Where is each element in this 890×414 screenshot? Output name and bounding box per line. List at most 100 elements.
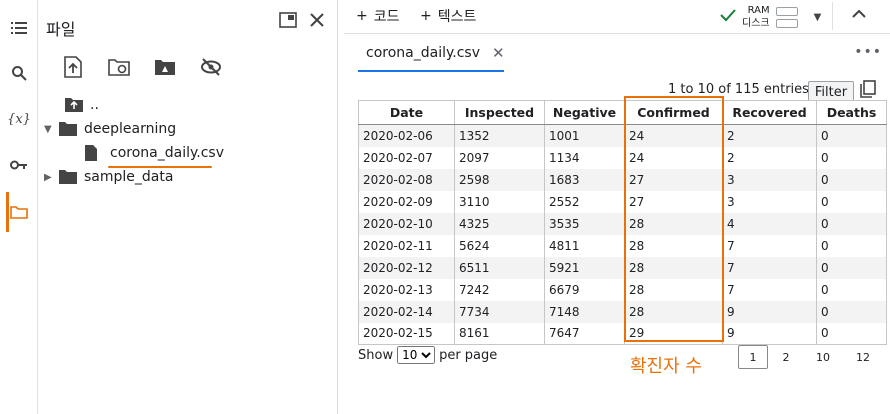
pagination: 1 2 10 12	[738, 345, 884, 369]
search-icon[interactable]	[0, 58, 38, 88]
disk-bar	[775, 18, 798, 28]
table-cell: 27	[624, 168, 723, 191]
dropdown-arrow-icon[interactable]: ▼	[814, 12, 822, 23]
tree-item-label: corona_daily.csv	[110, 145, 224, 161]
table-cell: 0	[816, 168, 887, 191]
table-cell: 27	[624, 190, 723, 213]
tree-item-corona-daily[interactable]: corona_daily.csv	[84, 142, 224, 164]
table-cell: 1683	[544, 168, 625, 191]
table-cell: 3110	[454, 190, 545, 213]
column-header[interactable]: Negative	[544, 100, 625, 125]
table-cell: 2020-02-08	[358, 168, 455, 191]
page-button[interactable]: 10	[804, 345, 842, 369]
column-header[interactable]: Inspected	[454, 100, 545, 125]
table-row: 2020-02-08 2598 1683 27 3 0	[358, 168, 887, 191]
left-rail: {x}	[0, 0, 38, 414]
page-button[interactable]: 1	[738, 345, 768, 369]
table-cell: 2020-02-09	[358, 190, 455, 213]
per-page-select[interactable]: 10	[397, 346, 436, 364]
disk-label: 디스크	[742, 18, 770, 29]
table-cell: 0	[816, 256, 887, 279]
chevron-up-icon[interactable]	[852, 8, 866, 23]
add-text-button[interactable]: + 텍스트	[420, 6, 476, 26]
table-cell: 0	[816, 146, 887, 169]
table-cell: 28	[624, 234, 723, 257]
table-cell: 5921	[544, 256, 625, 279]
table-cell: 8161	[454, 322, 545, 345]
table-cell: 3535	[544, 212, 625, 235]
active-indicator	[6, 192, 9, 232]
table-cell: 6679	[544, 278, 625, 301]
close-icon[interactable]	[309, 12, 325, 32]
folder-icon	[58, 168, 80, 186]
upload-file-icon[interactable]	[60, 54, 86, 80]
table-cell: 24	[624, 124, 723, 147]
table-row: 2020-02-15 8161 7647 29 9 0	[358, 322, 887, 345]
files-panel: 파일 .. ▼ deeplearning corona_daily.csv ▶ …	[38, 0, 338, 414]
tree-item-sample-data[interactable]: ▶ sample_data	[44, 166, 173, 188]
notebook-toolbar: + 코드 + 텍스트 RAM 디스크 ▼	[344, 0, 890, 34]
table-cell: 28	[624, 300, 723, 323]
add-code-button[interactable]: + 코드	[356, 6, 400, 26]
table-cell: 1134	[544, 146, 625, 169]
confirmed-annotation: 확진자 수	[630, 356, 702, 377]
table-cell: 2020-02-14	[358, 300, 455, 323]
tab-corona-daily[interactable]: corona_daily.csv ✕	[358, 36, 505, 72]
table-cell: 7	[722, 234, 817, 257]
more-options-icon[interactable]: •••	[854, 44, 882, 60]
table-cell: 2020-02-07	[358, 146, 455, 169]
table-cell: 24	[624, 146, 723, 169]
folder-icon	[58, 120, 80, 138]
table-cell: 0	[816, 322, 887, 345]
table-cell: 7242	[454, 278, 545, 301]
tree-item-deeplearning[interactable]: ▼ deeplearning	[44, 118, 176, 140]
files-title: 파일	[46, 20, 76, 39]
table-header-row: Date Inspected Negative Confirmed Recove…	[358, 100, 887, 125]
plus-icon: +	[420, 8, 432, 24]
key-icon[interactable]	[0, 150, 38, 180]
table-cell: 9	[722, 322, 817, 345]
table-row: 2020-02-13 7242 6679 28 7 0	[358, 278, 887, 301]
refresh-folder-icon[interactable]	[106, 54, 132, 80]
copy-icon[interactable]	[860, 80, 876, 102]
table-row: 2020-02-10 4325 3535 28 4 0	[358, 212, 887, 235]
table-cell: 7	[722, 278, 817, 301]
chevron-down-icon[interactable]: ▼	[44, 124, 58, 135]
close-icon[interactable]: ✕	[492, 44, 505, 62]
chevron-right-icon[interactable]: ▶	[44, 172, 58, 183]
tree-item-label: sample_data	[84, 169, 174, 185]
column-header[interactable]: Date	[358, 100, 455, 125]
table-cell: 4811	[544, 234, 625, 257]
table-cell: 3	[722, 168, 817, 191]
table-cell: 0	[816, 278, 887, 301]
table-cell: 7647	[544, 322, 625, 345]
check-icon	[720, 8, 736, 26]
table-cell: 2020-02-13	[358, 278, 455, 301]
column-header[interactable]: Deaths	[816, 100, 887, 125]
column-header[interactable]: Confirmed	[624, 100, 723, 125]
list-icon[interactable]	[0, 13, 38, 43]
table-cell: 2097	[454, 146, 545, 169]
mount-drive-icon[interactable]	[152, 54, 178, 80]
table-cell: 2	[722, 124, 817, 147]
table-cell: 28	[624, 278, 723, 301]
page-button[interactable]: 12	[842, 345, 884, 369]
table-cell: 28	[624, 212, 723, 235]
page-button[interactable]: 2	[768, 345, 804, 369]
tree-item-parent[interactable]: ..	[50, 94, 99, 116]
tree-item-label: ..	[90, 97, 99, 113]
column-header[interactable]: Recovered	[722, 100, 817, 125]
table-cell: 0	[816, 124, 887, 147]
table-cell: 2020-02-15	[358, 322, 455, 345]
table-row: 2020-02-11 5624 4811 28 7 0	[358, 234, 887, 257]
table-cell: 3	[722, 190, 817, 213]
plus-icon: +	[356, 8, 368, 24]
table-cell: 2020-02-11	[358, 234, 455, 257]
upload-folder-icon	[64, 96, 86, 114]
tree-item-label: deeplearning	[84, 121, 177, 137]
open-in-tab-icon[interactable]	[279, 12, 297, 32]
table-row: 2020-02-07 2097 1134 24 2 0	[358, 146, 887, 169]
hide-files-icon[interactable]	[198, 54, 224, 80]
resources-indicator[interactable]: RAM 디스크 ▼	[720, 4, 821, 30]
variables-icon[interactable]: {x}	[0, 104, 38, 134]
